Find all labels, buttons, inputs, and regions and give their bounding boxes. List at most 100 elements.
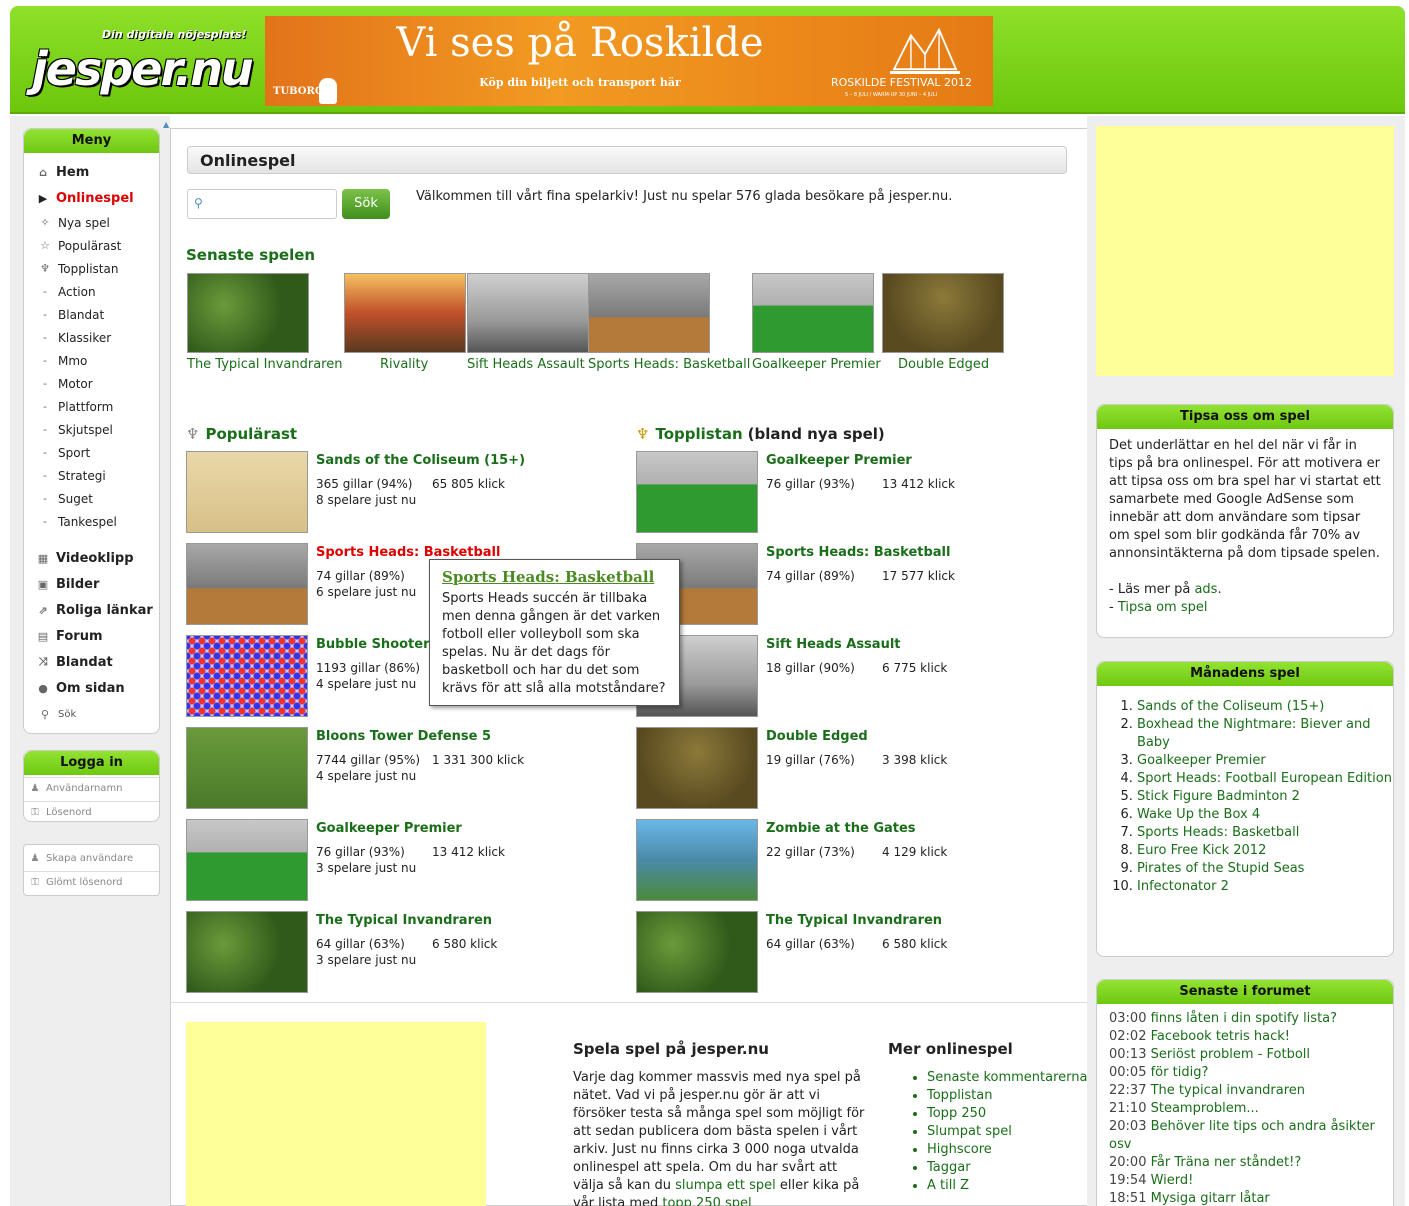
- game-thumbnail[interactable]: [344, 273, 466, 353]
- game-thumbnail[interactable]: [186, 819, 308, 901]
- menu-item-5[interactable]: - Action: [24, 280, 159, 303]
- ad-slot-bottom[interactable]: [186, 1022, 486, 1206]
- forum-link[interactable]: för tidig?: [1151, 1065, 1209, 1080]
- recent-game-title[interactable]: Sports Heads: Basketball: [588, 357, 778, 372]
- search-button[interactable]: Sök: [342, 189, 390, 219]
- month-link[interactable]: Wake Up the Box 4: [1137, 807, 1260, 822]
- game-title[interactable]: Double Edged: [766, 729, 868, 744]
- game-thumbnail[interactable]: [186, 543, 308, 625]
- search-input[interactable]: ⚲: [187, 189, 337, 219]
- more-link[interactable]: Senaste kommentarerna: [927, 1070, 1087, 1085]
- top-game[interactable]: Sift Heads Assault 18 gillar (90%) 6 775 k…: [636, 635, 1076, 717]
- top-game[interactable]: Sports Heads: Basketball 74 gillar (89%) 1…: [636, 543, 1076, 625]
- game-title[interactable]: Bloons Tower Defense 5: [316, 729, 491, 744]
- banner-ad[interactable]: Vi ses på Roskilde Köp din biljett och t…: [265, 16, 993, 106]
- ads-link[interactable]: ads: [1194, 582, 1217, 597]
- menu-item-9[interactable]: - Motor: [24, 372, 159, 395]
- menu-item-8[interactable]: - Mmo: [24, 349, 159, 372]
- month-link[interactable]: Sands of the Coliseum (15+): [1137, 699, 1324, 714]
- popular-game[interactable]: Goalkeeper Premier 76 gillar (93%) 13 412 …: [186, 819, 626, 901]
- game-title[interactable]: Sports Heads: Basketball: [316, 545, 500, 560]
- recent-game[interactable]: Sports Heads: Basketball: [588, 273, 750, 372]
- menu-item-6[interactable]: - Blandat: [24, 303, 159, 326]
- top250-link[interactable]: topp 250 spel: [662, 1196, 751, 1206]
- more-link[interactable]: Taggar: [927, 1160, 971, 1175]
- game-thumbnail[interactable]: [186, 451, 308, 533]
- game-thumbnail[interactable]: [636, 727, 758, 809]
- menu-item-12[interactable]: - Sport: [24, 441, 159, 464]
- game-thumbnail[interactable]: [186, 635, 308, 717]
- menu-section-3[interactable]: ▤ Forum: [24, 623, 159, 649]
- game-title[interactable]: The Typical Invandraren: [316, 913, 492, 928]
- menu-section-2[interactable]: ⇗ Roliga länkar: [24, 597, 159, 623]
- menu-section-1[interactable]: ▣ Bilder: [24, 571, 159, 597]
- menu-section-5[interactable]: ● Om sidan: [24, 675, 159, 701]
- menu-item-3[interactable]: ☆ Populärast: [24, 234, 159, 257]
- more-link[interactable]: A till Z: [927, 1178, 969, 1193]
- game-thumbnail[interactable]: [186, 911, 308, 993]
- recent-game-title[interactable]: Double Edged: [898, 357, 1088, 372]
- tooltip-title[interactable]: Sports Heads: Basketball: [442, 568, 667, 586]
- popular-game[interactable]: Bloons Tower Defense 5 7744 gillar (95%) 1…: [186, 727, 626, 809]
- popular-game[interactable]: The Typical Invandraren 64 gillar (63%) 6 …: [186, 911, 626, 993]
- game-thumbnail[interactable]: [636, 911, 758, 993]
- top-game[interactable]: Goalkeeper Premier 76 gillar (93%) 13 412 …: [636, 451, 1076, 533]
- game-title[interactable]: Sands of the Coliseum (15+): [316, 453, 525, 468]
- username-field[interactable]: ♟ Användarnamn: [24, 777, 159, 799]
- forum-link[interactable]: finns låten i din spotify lista?: [1151, 1011, 1337, 1026]
- month-link[interactable]: Boxhead the Nightmare: Biever and Baby: [1137, 717, 1371, 750]
- forum-link[interactable]: Steamproblem...: [1151, 1101, 1259, 1116]
- menu-item-13[interactable]: - Strategi: [24, 464, 159, 487]
- month-link[interactable]: Pirates of the Stupid Seas: [1137, 861, 1304, 876]
- game-thumbnail[interactable]: [588, 273, 710, 353]
- recent-game-title[interactable]: The Typical Invandraren: [187, 357, 377, 372]
- month-link[interactable]: Goalkeeper Premier: [1137, 753, 1266, 768]
- menu-item-4[interactable]: ♆ Topplistan: [24, 257, 159, 280]
- menu-search[interactable]: ⚲ Sök: [24, 703, 159, 726]
- ad-slot-right[interactable]: [1096, 126, 1394, 376]
- menu-item-7[interactable]: - Klassiker: [24, 326, 159, 349]
- forum-link[interactable]: Mysiga gitarr låtar: [1151, 1191, 1270, 1206]
- game-title[interactable]: The Typical Invandraren: [766, 913, 942, 928]
- menu-item-2[interactable]: ✧ Nya spel: [24, 211, 159, 234]
- menu-item-15[interactable]: - Tankespel: [24, 510, 159, 533]
- forum-link[interactable]: Får Träna ner ståndet!?: [1151, 1155, 1302, 1170]
- site-logo[interactable]: Din digitala nöjesplats! jesper.nu: [32, 24, 262, 104]
- more-link[interactable]: Highscore: [927, 1142, 992, 1157]
- game-thumbnail[interactable]: [882, 273, 1004, 353]
- game-title[interactable]: Sift Heads Assault: [766, 637, 901, 652]
- forgot-password-link[interactable]: ⚿ Glömt lösenord: [24, 871, 159, 893]
- game-thumbnail[interactable]: [186, 727, 308, 809]
- random-game-link[interactable]: slumpa ett spel: [675, 1178, 776, 1193]
- game-thumbnail[interactable]: [636, 451, 758, 533]
- top-game[interactable]: Zombie at the Gates 22 gillar (73%) 4 129 …: [636, 819, 1076, 901]
- forum-link[interactable]: Seriöst problem - Fotboll: [1151, 1047, 1310, 1062]
- top-game[interactable]: Double Edged 19 gillar (76%) 3 398 klick: [636, 727, 1076, 809]
- game-thumbnail[interactable]: [187, 273, 309, 353]
- more-link[interactable]: Slumpat spel: [927, 1124, 1012, 1139]
- recent-game[interactable]: Goalkeeper Premier: [752, 273, 881, 372]
- menu-section-0[interactable]: ▦ Videoklipp: [24, 545, 159, 571]
- popular-game[interactable]: Sands of the Coliseum (15+) 365 gillar (9…: [186, 451, 626, 533]
- menu-item-10[interactable]: - Plattform: [24, 395, 159, 418]
- game-thumbnail[interactable]: [752, 273, 874, 353]
- forum-link[interactable]: Wierd!: [1151, 1173, 1194, 1188]
- menu-section-4[interactable]: ⤨ Blandat: [24, 649, 159, 675]
- recent-game[interactable]: The Typical Invandraren: [187, 273, 342, 372]
- forum-link[interactable]: The typical invandraren: [1151, 1083, 1305, 1098]
- menu-item-0[interactable]: ⌂ Hem: [24, 159, 159, 185]
- game-title[interactable]: Bubble Shooter: [316, 637, 430, 652]
- recent-game[interactable]: Rivality: [344, 273, 466, 372]
- month-link[interactable]: Sports Heads: Basketball: [1137, 825, 1299, 840]
- more-link[interactable]: Topplistan: [927, 1088, 993, 1103]
- game-thumbnail[interactable]: [467, 273, 589, 353]
- month-link[interactable]: Sport Heads: Football European Edition: [1137, 771, 1392, 786]
- month-link[interactable]: Infectonator 2: [1137, 879, 1229, 894]
- menu-item-1[interactable]: ▶ Onlinespel: [24, 185, 159, 211]
- game-thumbnail[interactable]: [636, 819, 758, 901]
- game-title[interactable]: Goalkeeper Premier: [766, 453, 912, 468]
- recent-game[interactable]: Sift Heads Assault: [467, 273, 589, 372]
- game-title[interactable]: Sports Heads: Basketball: [766, 545, 950, 560]
- forum-link[interactable]: Facebook tetris hack!: [1151, 1029, 1290, 1044]
- top-game[interactable]: The Typical Invandraren 64 gillar (63%) 6 …: [636, 911, 1076, 993]
